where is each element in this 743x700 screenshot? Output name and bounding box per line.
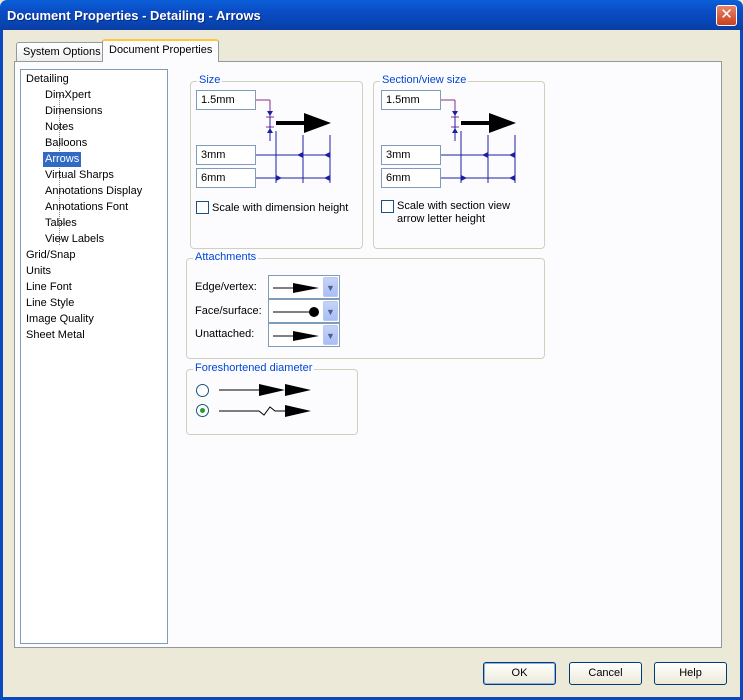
tab-document-properties[interactable]: Document Properties [102,39,220,62]
tree-item-grid-snap[interactable]: Grid/Snap [26,248,76,263]
tab-label: System Options [23,46,101,58]
close-icon[interactable]: ✕ [716,5,737,26]
size-legend: Size [197,74,223,86]
foreshortened-diameter-group: Foreshortened diameter [186,362,358,435]
tree-item-dimxpert[interactable]: DimXpert [45,88,91,103]
tab-system-options[interactable]: System Options [16,42,108,63]
tree-item-tables[interactable]: Tables [45,216,77,231]
chevron-down-icon[interactable]: ▼ [323,325,338,345]
edge-vertex-dropdown[interactable]: ▼ [268,275,340,299]
section-arrow-height-field[interactable]: 1.5mm [381,90,441,110]
tree-item-detailing[interactable]: Detailing [26,72,69,87]
tree-item-sheet-metal[interactable]: Sheet Metal [26,328,85,343]
arrow-height-field[interactable]: 1.5mm [196,90,256,110]
attachments-legend: Attachments [193,251,259,263]
section-arrow-length-field[interactable]: 6mm [381,168,441,188]
arrow-filled-icon [273,331,319,341]
tree-item-line-font[interactable]: Line Font [26,280,72,295]
tree-item-virtual-sharps[interactable]: Virtual Sharps [45,168,114,183]
scale-with-dimension-height-checkbox[interactable] [196,201,209,214]
face-surface-label: Face/surface: [195,305,262,317]
edge-vertex-label: Edge/vertex: [195,281,257,293]
foreshortened-option-zigzag-radio[interactable] [196,404,209,417]
tree-item-line-style[interactable]: Line Style [26,296,74,311]
foreshortened-diameter-legend: Foreshortened diameter [193,362,315,374]
tree-item-arrows[interactable]: Arrows [43,152,82,167]
section-arrow-size-diagram [441,99,516,183]
radio-selected-dot [200,408,205,413]
tree-item-annotations-display[interactable]: Annotations Display [45,184,142,199]
tree-item-units[interactable]: Units [26,264,51,279]
face-surface-dropdown[interactable]: ▼ [268,299,340,323]
unattached-label: Unattached: [195,328,255,340]
ok-button[interactable]: OK [483,662,556,685]
arrow-length-field[interactable]: 6mm [196,168,256,188]
tree-item-notes[interactable]: Notes [45,120,74,135]
cancel-button[interactable]: Cancel [569,662,642,685]
help-button[interactable]: Help [654,662,727,685]
zigzag-double-arrow-icon [219,405,311,417]
scale-with-dimension-height-label: Scale with dimension height [212,202,349,214]
straight-double-arrow-icon [219,384,311,396]
tree-item-dimensions[interactable]: Dimensions [45,104,102,119]
arrow-size-diagram [256,99,331,183]
unattached-dropdown[interactable]: ▼ [268,323,340,347]
title-bar: Document Properties - Detailing - Arrows… [0,0,743,30]
options-tree[interactable]: Detailing DimXpert Dimensions Notes Ball… [20,69,168,644]
section-view-size-legend: Section/view size [380,74,469,86]
scale-with-section-view-label-line2: arrow letter height [397,213,486,225]
tab-label: Document Properties [109,44,213,56]
tree-item-image-quality[interactable]: Image Quality [26,312,94,327]
window-title: Document Properties - Detailing - Arrows [7,8,261,23]
scale-with-section-view-label-line1: Scale with section view [397,200,511,212]
arrow-width-field[interactable]: 3mm [196,145,256,165]
tree-item-balloons[interactable]: Balloons [45,136,87,151]
tree-item-view-labels[interactable]: View Labels [45,232,104,247]
section-arrow-width-field[interactable]: 3mm [381,145,441,165]
dot-icon [273,307,319,317]
chevron-down-icon[interactable]: ▼ [323,277,338,297]
tree-item-annotations-font[interactable]: Annotations Font [45,200,128,215]
scale-with-section-view-checkbox[interactable] [381,200,394,213]
foreshortened-option-straight-radio[interactable] [196,384,209,397]
chevron-down-icon[interactable]: ▼ [323,301,338,321]
arrow-filled-icon [273,283,319,293]
